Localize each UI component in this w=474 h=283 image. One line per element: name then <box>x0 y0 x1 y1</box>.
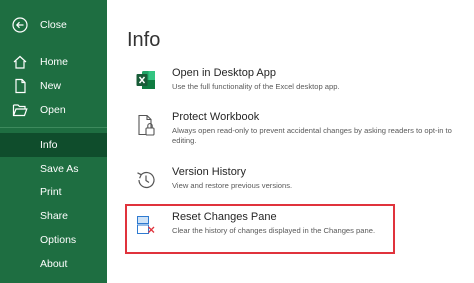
sidebar-item-save-as[interactable]: Save As <box>0 158 107 180</box>
new-label: New <box>40 80 62 92</box>
close-button[interactable]: Close <box>0 14 107 36</box>
folder-open-icon <box>12 102 28 118</box>
option-title: Version History <box>172 166 246 178</box>
option-description: Use the full functionality of the Excel … <box>172 82 340 91</box>
save-as-label: Save As <box>40 163 79 175</box>
sidebar-item-print[interactable]: Print <box>0 181 107 203</box>
sidebar-item-info[interactable]: Info <box>0 133 107 157</box>
version-history-option[interactable]: Version History View and restore previou… <box>127 166 457 206</box>
page-title: Info <box>127 29 161 51</box>
excel-icon <box>135 69 157 91</box>
option-title: Open in Desktop App <box>172 67 276 79</box>
sidebar-item-open[interactable]: Open <box>0 99 107 121</box>
option-description: View and restore previous versions. <box>172 181 293 190</box>
option-title: Protect Workbook <box>172 111 260 123</box>
backstage-sidebar: Close Home New Open Info Save As Print S… <box>0 0 107 283</box>
sidebar-item-home[interactable]: Home <box>0 51 107 73</box>
open-label: Open <box>40 104 66 116</box>
lock-document-icon <box>135 114 157 136</box>
option-description: Always open read-only to prevent acciden… <box>172 126 452 145</box>
options-label: Options <box>40 234 77 246</box>
sidebar-item-options[interactable]: Options <box>0 229 107 251</box>
new-document-icon <box>12 78 28 94</box>
share-label: Share <box>40 210 69 222</box>
home-label: Home <box>40 56 69 68</box>
home-icon <box>12 54 28 70</box>
print-label: Print <box>40 186 62 198</box>
back-arrow-icon <box>12 17 28 33</box>
protect-workbook-option[interactable]: Protect Workbook Always open read-only t… <box>127 111 457 151</box>
reset-changes-highlight-box <box>125 204 395 254</box>
info-label: Info <box>40 139 58 151</box>
close-label: Close <box>40 19 67 31</box>
open-in-desktop-app-option[interactable]: Open in Desktop App Use the full functio… <box>127 67 457 107</box>
sidebar-item-new[interactable]: New <box>0 75 107 97</box>
sidebar-item-about[interactable]: About <box>0 253 107 275</box>
history-icon <box>135 169 157 191</box>
sidebar-item-share[interactable]: Share <box>0 205 107 227</box>
sidebar-divider <box>0 127 107 128</box>
about-label: About <box>40 258 68 270</box>
